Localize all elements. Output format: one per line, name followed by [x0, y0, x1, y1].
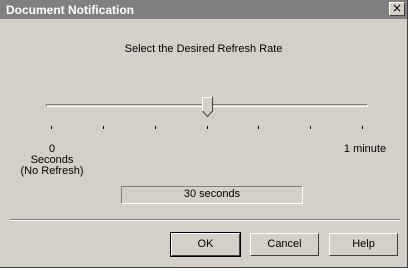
slider-tick: [207, 126, 208, 129]
slider-tick: [362, 126, 363, 129]
refresh-rate-dialog: Document Notification × Select the Desir…: [0, 0, 408, 268]
slider-tick: [103, 126, 104, 129]
slider-thumb[interactable]: [202, 97, 213, 117]
min-note-label: (No Refresh): [20, 165, 84, 177]
slider-tick: [310, 126, 311, 129]
max-value-label: 1 minute: [343, 143, 387, 155]
close-icon: ×: [391, 1, 403, 15]
slider-tick: [51, 126, 52, 129]
slider-tick: [258, 126, 259, 129]
help-button[interactable]: Help: [329, 233, 398, 256]
close-button[interactable]: ×: [389, 2, 405, 16]
separator: [10, 219, 400, 221]
current-value-display: 30 seconds: [121, 186, 303, 204]
window-title: Document Notification: [6, 3, 134, 17]
cancel-button[interactable]: Cancel: [250, 233, 319, 256]
ok-button[interactable]: OK: [170, 232, 241, 257]
prompt-text: Select the Desired Refresh Rate: [124, 43, 283, 55]
title-bar: Document Notification ×: [0, 0, 407, 19]
slider-tick: [155, 126, 156, 129]
